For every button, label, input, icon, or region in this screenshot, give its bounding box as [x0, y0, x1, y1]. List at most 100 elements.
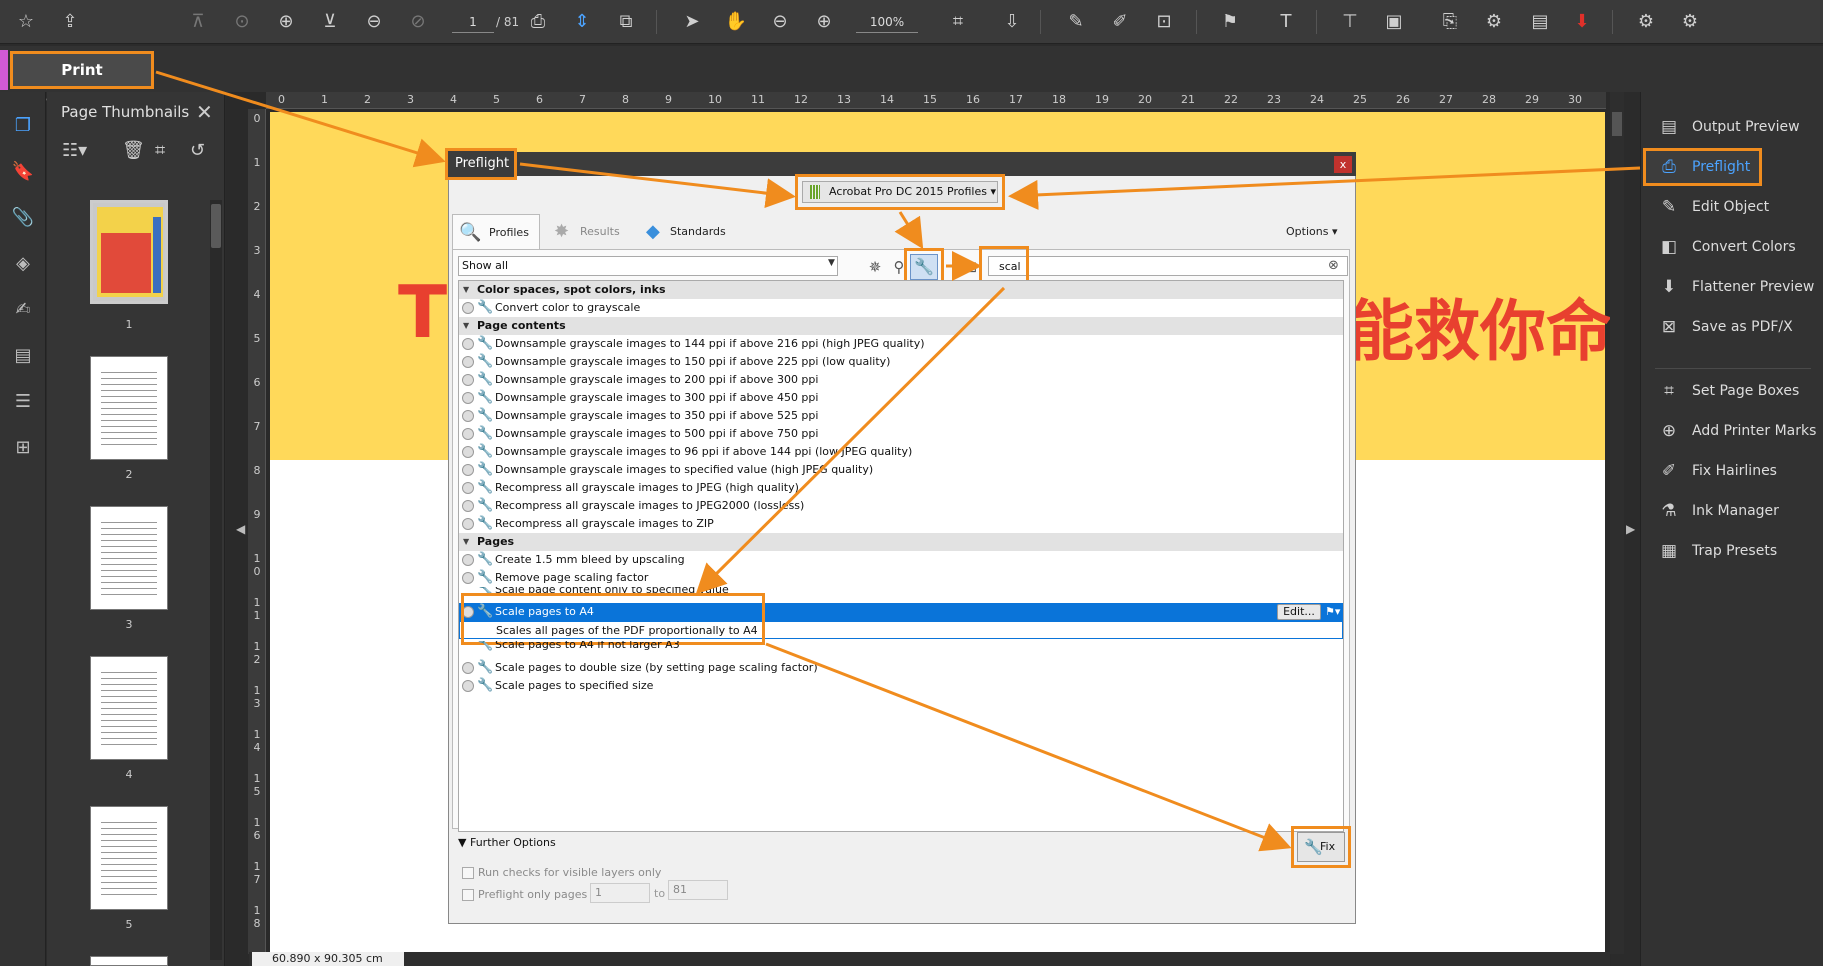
- tags-icon[interactable]: ⊞: [9, 434, 37, 462]
- next-page-icon[interactable]: ⊕: [272, 8, 300, 36]
- document-vertical-scrollbar[interactable]: [1610, 92, 1624, 954]
- thumbnails-scrollbar[interactable]: [210, 200, 222, 960]
- thumbnail-page-4[interactable]: [90, 656, 168, 760]
- two-page-icon[interactable]: ⧉: [612, 8, 640, 36]
- tab-standards[interactable]: ◆ Standards: [640, 214, 726, 250]
- dialog-close-button[interactable]: x: [1334, 156, 1352, 173]
- save-as-pdfx-item[interactable]: ⊠ Save as PDF/X: [1658, 314, 1820, 342]
- run-checks-option[interactable]: Run checks for visible layers only: [462, 866, 661, 879]
- page-thumbnails-icon[interactable]: ❐: [9, 112, 37, 140]
- close-icon[interactable]: ✕: [196, 100, 213, 124]
- preflight-only-checkbox[interactable]: [462, 889, 474, 901]
- scroll-icon[interactable]: ⇩: [998, 8, 1026, 36]
- list-item[interactable]: 🔧 Convert color to grayscale: [459, 299, 1343, 317]
- preflight-item[interactable]: ⎙ Preflight: [1658, 154, 1820, 182]
- tab-profiles[interactable]: 🔍 Profiles: [452, 214, 540, 250]
- fix-hairlines-item[interactable]: ✐ Fix Hairlines: [1658, 458, 1820, 486]
- stamp-icon[interactable]: ⚑: [1216, 8, 1244, 36]
- flag-icon[interactable]: ⚑▾: [1325, 604, 1345, 620]
- add-text-icon[interactable]: T: [1272, 8, 1300, 36]
- list-item[interactable]: 🔧 Downsample grayscale images to 300 ppi …: [459, 389, 1343, 407]
- tools-settings-icon[interactable]: ⚙: [1676, 8, 1704, 36]
- content-icon[interactable]: ▤: [9, 342, 37, 370]
- document-scroll-thumb[interactable]: [1612, 112, 1622, 136]
- list-item[interactable]: 🔧 Create 1.5 mm bleed by upscaling: [459, 551, 1343, 569]
- select-arrow-icon[interactable]: ➤: [678, 8, 706, 36]
- upload-icon[interactable]: ⇪: [56, 8, 84, 36]
- list-item[interactable]: 🔧 Downsample grayscale images to specifie…: [459, 461, 1343, 479]
- add-printer-marks-item[interactable]: ⊕ Add Printer Marks: [1658, 418, 1820, 446]
- zoom-out-icon[interactable]: ⊖: [766, 8, 794, 36]
- clear-search-icon[interactable]: ⊗: [1328, 258, 1339, 273]
- save-red-icon[interactable]: ⬇: [1568, 8, 1596, 36]
- list-item[interactable]: 🔧 Scale pages to double size (by setting …: [459, 659, 1343, 677]
- list-item[interactable]: 🔧 Scale pages to A4 if not larger A3: [459, 641, 1343, 653]
- forward-icon[interactable]: ⊘: [404, 8, 432, 36]
- list-item[interactable]: 🔧 Downsample grayscale images to 500 ppi …: [459, 425, 1343, 443]
- category-color-spaces[interactable]: Color spaces, spot colors, inks: [459, 281, 1343, 299]
- order-icon[interactable]: ☰: [9, 388, 37, 416]
- collapse-left-icon[interactable]: ◀: [236, 522, 245, 536]
- ink-manager-item[interactable]: ⚗ Ink Manager: [1658, 498, 1820, 526]
- page-number-input[interactable]: 1: [452, 11, 494, 33]
- category-page-contents[interactable]: Page contents: [459, 317, 1343, 335]
- search-input[interactable]: [988, 256, 1348, 276]
- collapse-right-icon[interactable]: ▶: [1626, 522, 1635, 536]
- highlight-icon[interactable]: ✐: [1106, 8, 1134, 36]
- chevron-down-icon[interactable]: ▼: [828, 258, 835, 268]
- signature-icon[interactable]: ✍: [9, 296, 37, 324]
- preferences-icon[interactable]: ⚙: [1632, 8, 1660, 36]
- document-horizontal-scrollbar[interactable]: [249, 952, 1610, 966]
- delete-icon[interactable]: 🗑: [122, 140, 145, 161]
- page-to-input[interactable]: 81: [668, 880, 728, 900]
- prev-page-icon[interactable]: ⊙: [228, 8, 256, 36]
- preflight-only-option[interactable]: Preflight only pages: [462, 888, 587, 901]
- first-page-icon[interactable]: ⊼: [184, 8, 212, 36]
- attachment-icon[interactable]: 📎: [9, 204, 37, 232]
- last-page-icon[interactable]: ⊻: [316, 8, 344, 36]
- crop-pages-icon[interactable]: ⌗: [155, 140, 165, 161]
- settings-page-icon[interactable]: ⚙: [1480, 8, 1508, 36]
- thumbnail-options-icon[interactable]: ☷▾: [62, 140, 87, 161]
- back-icon[interactable]: ⊖: [360, 8, 388, 36]
- options-menu[interactable]: Options ▾: [1286, 214, 1337, 250]
- edit-button[interactable]: Edit...: [1277, 604, 1321, 620]
- list-item[interactable]: 🔧 Downsample grayscale images to 150 ppi …: [459, 353, 1343, 371]
- flattener-preview-item[interactable]: ⬇ Flattener Preview: [1658, 274, 1820, 302]
- page-from-input[interactable]: 1: [590, 883, 650, 903]
- output-preview-item[interactable]: ▤ Output Preview: [1658, 114, 1820, 142]
- list-item[interactable]: 🔧 Remove page scaling factor: [459, 569, 1343, 587]
- comment-icon[interactable]: ✎: [1062, 8, 1090, 36]
- list-item[interactable]: 🔧 Scale pages to specified size: [459, 677, 1343, 695]
- toolbox-icon[interactable]: ▣: [1380, 8, 1408, 36]
- thumbnail-page-3[interactable]: [90, 506, 168, 610]
- rotate-icon[interactable]: ↺: [190, 140, 205, 161]
- category-pages[interactable]: Pages: [459, 533, 1343, 551]
- crop-icon[interactable]: ⌗: [944, 8, 972, 36]
- zoom-in-icon[interactable]: ⊕: [810, 8, 838, 36]
- list-item[interactable]: 🔧 Recompress all grayscale images to ZIP: [459, 515, 1343, 533]
- bookmark-icon[interactable]: 🔖: [9, 158, 37, 186]
- export-icon[interactable]: ⎘: [1436, 8, 1464, 36]
- show-profiles-icon[interactable]: ✵: [864, 256, 886, 278]
- list-item[interactable]: 🔧 Recompress all grayscale images to JPEG…: [459, 497, 1343, 515]
- zoom-level-dropdown[interactable]: 100%: [856, 11, 918, 33]
- thumbnail-page-6[interactable]: [90, 956, 168, 966]
- set-page-boxes-item[interactable]: ⌗ Set Page Boxes: [1658, 378, 1820, 406]
- list-item[interactable]: 🔧 Recompress all grayscale images to JPEG…: [459, 479, 1343, 497]
- profiles-library-dropdown[interactable]: Acrobat Pro DC 2015 Profiles ▾: [802, 181, 998, 203]
- edit-text-icon[interactable]: ⊤: [1336, 8, 1364, 36]
- convert-colors-item[interactable]: ◧ Convert Colors: [1658, 234, 1820, 262]
- fit-page-icon[interactable]: ⇕: [568, 8, 596, 36]
- list-item[interactable]: 🔧 Downsample grayscale images to 350 ppi …: [459, 407, 1343, 425]
- run-checks-checkbox[interactable]: [462, 867, 474, 879]
- list-item[interactable]: 🔧 Downsample grayscale images to 200 ppi …: [459, 371, 1343, 389]
- list-item[interactable]: 🔧 Downsample grayscale images to 144 ppi …: [459, 335, 1343, 353]
- show-fixups-button[interactable]: 🔧: [910, 254, 938, 280]
- tab-print-production[interactable]: Print Production: [10, 51, 154, 111]
- layers-icon[interactable]: ◈: [9, 250, 37, 278]
- filter-dropdown[interactable]: Show all: [458, 256, 838, 276]
- tab-results[interactable]: ✸ Results: [548, 214, 620, 250]
- hand-tool-icon[interactable]: ✋: [722, 8, 750, 36]
- thumbnail-page-2[interactable]: [90, 356, 168, 460]
